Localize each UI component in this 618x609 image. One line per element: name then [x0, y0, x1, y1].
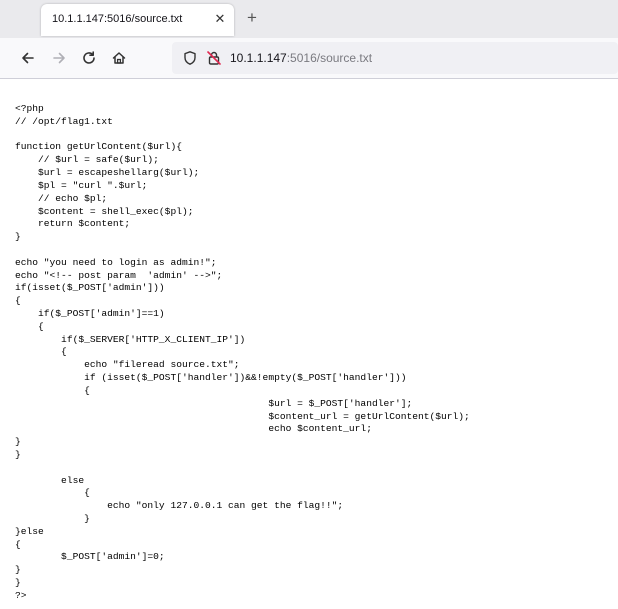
tab-title: 10.1.1.147:5016/source.txt [52, 13, 183, 25]
address-bar[interactable]: 10.1.1.147:5016/source.txt [172, 42, 618, 74]
browser-tab[interactable]: 10.1.1.147:5016/source.txt ✕ [41, 4, 234, 36]
insecure-lock-icon[interactable] [206, 50, 222, 71]
arrow-right-icon [53, 52, 65, 64]
arrow-left-icon [22, 52, 34, 64]
navigation-toolbar: 10.1.1.147:5016/source.txt [0, 38, 618, 79]
forward-button[interactable] [47, 46, 71, 70]
tab-strip: 10.1.1.147:5016/source.txt ✕ + [0, 0, 618, 38]
reload-button[interactable] [77, 46, 101, 70]
source-code-text: <?php // /opt/flag1.txt function getUrlC… [15, 103, 470, 601]
home-icon [112, 52, 126, 64]
url-text[interactable]: 10.1.1.147:5016/source.txt [230, 51, 372, 65]
url-host: 10.1.1.147 [230, 51, 287, 65]
shield-icon[interactable] [182, 50, 198, 71]
plus-icon[interactable]: + [244, 9, 260, 27]
reload-icon [83, 51, 95, 64]
back-button[interactable] [16, 46, 40, 70]
page-content: <?php // /opt/flag1.txt function getUrlC… [0, 79, 618, 609]
close-icon[interactable]: ✕ [211, 10, 229, 28]
home-button[interactable] [107, 46, 131, 70]
url-path: :5016/source.txt [286, 51, 373, 65]
